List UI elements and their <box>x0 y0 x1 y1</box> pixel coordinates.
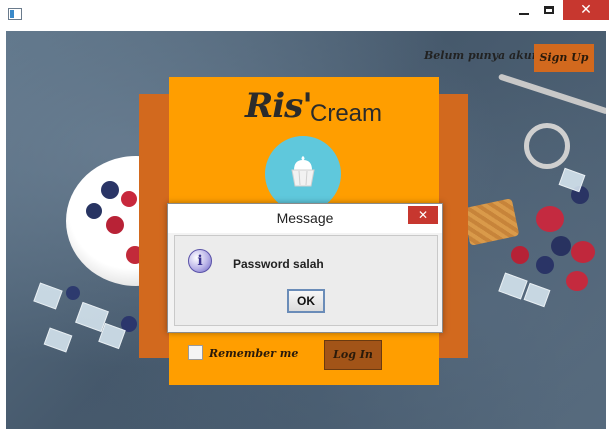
signup-button[interactable]: Sign Up <box>534 44 594 72</box>
dialog-message: Password salah <box>233 257 324 271</box>
raspberry <box>511 246 529 264</box>
maximize-button[interactable] <box>538 0 562 22</box>
signup-prompt: Belum punya akun? <box>424 49 547 62</box>
close-icon: ✕ <box>580 2 592 18</box>
raspberry <box>106 216 124 234</box>
scoop-head <box>524 123 570 169</box>
window-close-button[interactable]: ✕ <box>563 0 609 20</box>
raspberry <box>536 206 564 232</box>
raspberry <box>566 271 588 291</box>
blueberry <box>536 256 554 274</box>
ice-cube <box>498 272 528 300</box>
ice-cube <box>33 282 63 310</box>
scoop-handle <box>497 73 606 115</box>
blueberry <box>551 236 571 256</box>
raspberry <box>571 241 595 263</box>
raspberry <box>121 191 137 207</box>
brand-ris: Ris' <box>245 86 313 126</box>
ice-cube <box>43 327 73 353</box>
ice-cube <box>523 282 551 308</box>
blueberry <box>66 286 80 300</box>
remember-checkbox[interactable] <box>188 345 203 360</box>
blueberry <box>86 203 102 219</box>
blueberry <box>101 181 119 199</box>
brand-cream: Cream <box>310 100 383 127</box>
app-icon <box>8 8 22 20</box>
message-dialog: Message ✕ i Password salah OK <box>167 203 443 333</box>
login-button[interactable]: Log In <box>324 340 382 370</box>
wafer-cone <box>462 198 520 246</box>
dialog-title: Message <box>168 204 442 233</box>
dialog-body: i Password salah OK <box>174 235 438 326</box>
ok-button[interactable]: OK <box>287 289 325 313</box>
window-titlebar: ✕ <box>0 0 610 30</box>
remember-label: Remember me <box>209 347 299 360</box>
info-icon: i <box>188 249 212 273</box>
dialog-close-button[interactable]: ✕ <box>408 206 438 224</box>
minimize-button[interactable] <box>512 0 536 22</box>
cupcake-icon <box>291 156 315 187</box>
